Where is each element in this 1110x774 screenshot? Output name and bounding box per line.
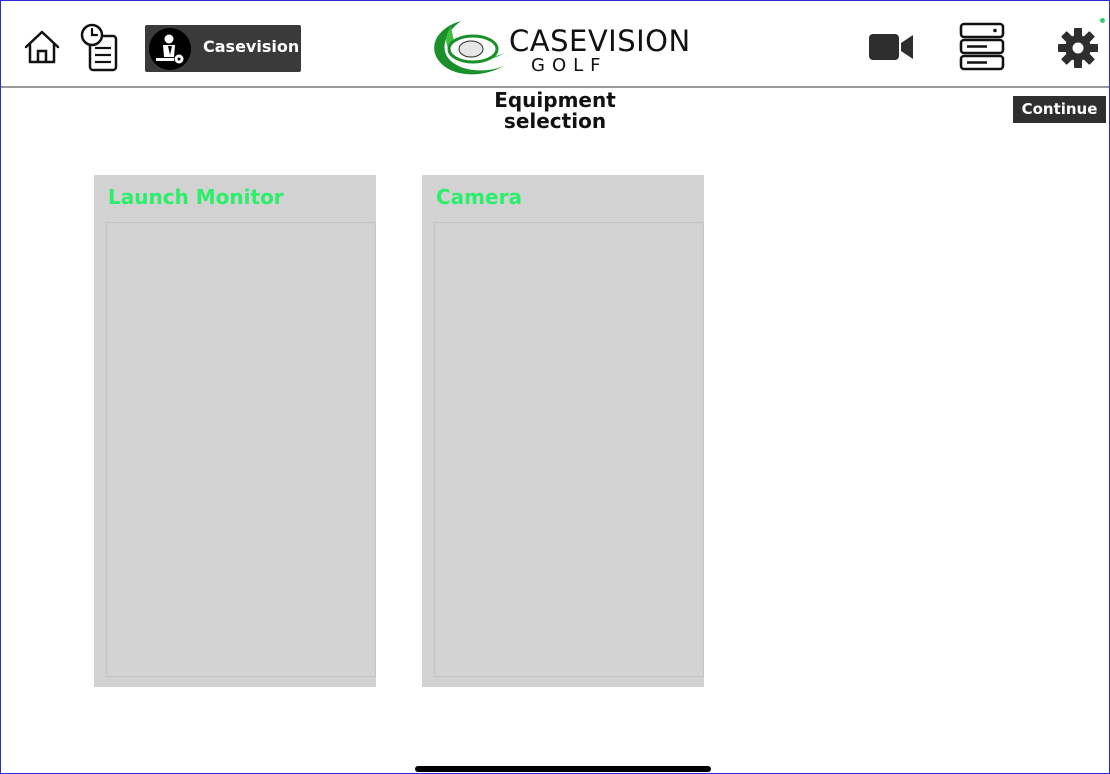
home-indicator[interactable]: [415, 766, 711, 772]
logo-subtext: GOLF: [531, 55, 608, 76]
panel-title-camera: Camera: [436, 185, 522, 209]
continue-button[interactable]: Continue: [1013, 96, 1106, 123]
user-profile-button[interactable]: Casevision: [145, 25, 301, 72]
status-indicator-dot: [1100, 18, 1105, 23]
top-bar: Casevision CASEVISION GOLF: [1, 1, 1109, 88]
page-title: Equipment selection: [460, 90, 650, 132]
user-name: Casevision: [203, 37, 300, 56]
gear-icon[interactable]: [1057, 27, 1099, 69]
video-camera-icon[interactable]: [867, 31, 915, 63]
history-icon[interactable]: [79, 23, 123, 73]
home-icon[interactable]: [23, 29, 61, 65]
user-avatar-icon: [149, 28, 191, 70]
page-title-line2: selection: [503, 109, 607, 133]
panel-title-launch-monitor: Launch Monitor: [108, 185, 284, 209]
launch-monitor-panel: Launch Monitor: [94, 175, 376, 687]
page-title-line1: Equipment: [494, 88, 616, 112]
camera-panel: Camera: [422, 175, 704, 687]
casevision-logo: CASEVISION GOLF: [421, 13, 711, 83]
server-icon[interactable]: [957, 21, 1007, 73]
launch-monitor-list[interactable]: [106, 222, 376, 677]
camera-list[interactable]: [434, 222, 704, 677]
logo-text: CASEVISION: [509, 24, 691, 58]
logo-swoosh-icon: [434, 21, 505, 75]
